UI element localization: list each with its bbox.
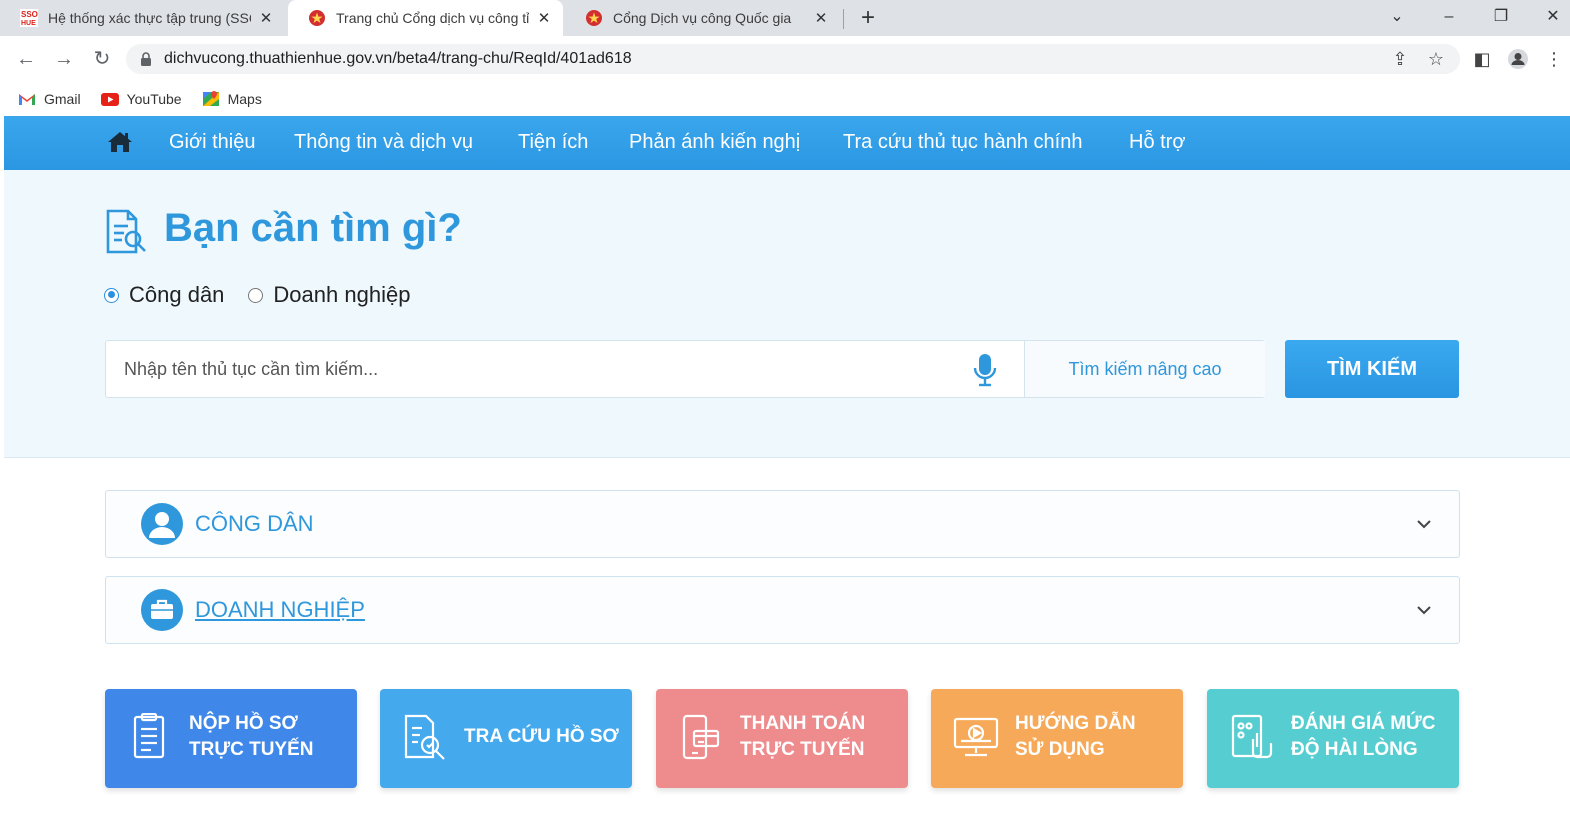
nav-ho-tro[interactable]: Hỗ trợ xyxy=(1129,116,1185,170)
home-icon[interactable] xyxy=(106,130,134,154)
sso-favicon-icon: SSO HUE xyxy=(20,9,38,27)
forward-arrow-icon[interactable]: → xyxy=(50,45,78,73)
document-list-icon xyxy=(125,712,175,763)
share-icon[interactable]: ⇪ xyxy=(1386,45,1414,73)
tab-trang-chu[interactable]: Trang chủ Cổng dịch vụ công tỉnh ✕ xyxy=(288,0,563,36)
nav-thong-tin-dich-vu[interactable]: Thông tin và dịch vụ xyxy=(294,116,473,170)
restore-icon[interactable]: ❐ xyxy=(1486,4,1516,30)
accordion-label: CÔNG DÂN xyxy=(195,511,314,536)
tile-tra-cuu-ho-so[interactable]: TRA CỨU HỒ SƠ xyxy=(380,689,632,788)
url-field[interactable]: dichvucong.thuathienhue.gov.vn/beta4/tra… xyxy=(126,44,1460,74)
radio-label: Công dân xyxy=(129,282,225,307)
accordion-cong-dan[interactable]: CÔNG DÂN xyxy=(105,490,1460,558)
youtube-icon xyxy=(100,92,119,106)
browser-tab-strip: SSO HUE Hệ thống xác thực tập trung (SSO … xyxy=(0,0,1570,36)
side-panel-icon[interactable]: ◧ xyxy=(1468,45,1496,73)
bookmark-label: Maps xyxy=(227,91,262,107)
emblem-favicon-icon xyxy=(585,9,603,27)
page-title: Bạn cần tìm gì? xyxy=(164,206,462,250)
tab-dvc-quoc-gia[interactable]: Cổng Dịch vụ công Quốc gia ✕ xyxy=(565,0,840,36)
tile-text: ĐÁNH GIÁ MỨC ĐỘ HÀI LÒNG xyxy=(1291,711,1436,763)
tab-sso[interactable]: SSO HUE Hệ thống xác thực tập trung (SSO … xyxy=(0,0,285,36)
tile-line1: TRA CỨU HỒ SƠ xyxy=(464,726,619,747)
svg-text:HUE: HUE xyxy=(21,20,36,27)
tile-text: HƯỚNG DẪN SỬ DỤNG xyxy=(1015,711,1136,763)
bookmarks-bar: Gmail YouTube Maps xyxy=(0,82,1570,116)
nav-gioi-thieu[interactable]: Giới thiệu xyxy=(169,116,255,170)
briefcase-icon xyxy=(140,588,184,632)
chevron-down-icon[interactable] xyxy=(1413,513,1435,535)
tile-line1: THANH TOÁN xyxy=(740,713,866,734)
tile-danh-gia[interactable]: ĐÁNH GIÁ MỨC ĐỘ HÀI LÒNG xyxy=(1207,689,1459,788)
video-guide-icon xyxy=(951,713,1001,763)
bookmark-label: Gmail xyxy=(44,91,81,107)
rating-survey-icon xyxy=(1227,713,1277,763)
radio-selected-icon[interactable] xyxy=(104,287,119,303)
tab-title: Hệ thống xác thực tập trung (SSO xyxy=(48,10,251,26)
search-button[interactable]: TÌM KIẾM xyxy=(1285,340,1459,398)
tile-line1: HƯỚNG DẪN xyxy=(1015,713,1136,734)
nav-phan-anh-kien-nghi[interactable]: Phản ánh kiến nghị xyxy=(629,116,800,170)
tile-huong-dan[interactable]: HƯỚNG DẪN SỬ DỤNG xyxy=(931,689,1183,788)
tile-text: THANH TOÁN TRỰC TUYẾN xyxy=(740,711,865,763)
nav-tra-cuu-thu-tuc[interactable]: Tra cứu thủ tục hành chính xyxy=(843,116,1082,170)
menu-kebab-icon[interactable]: ⋮ xyxy=(1544,45,1564,73)
emblem-favicon-icon xyxy=(308,9,326,27)
tab-divider xyxy=(843,9,844,29)
close-tab-icon[interactable]: ✕ xyxy=(257,9,275,27)
tab-title: Cổng Dịch vụ công Quốc gia xyxy=(613,10,792,26)
close-window-icon[interactable]: ✕ xyxy=(1538,4,1568,30)
chevron-down-icon[interactable] xyxy=(1413,599,1435,621)
tile-line2: TRỰC TUYẾN xyxy=(740,739,865,760)
tile-nop-ho-so[interactable]: NỘP HỒ SƠ TRỰC TUYẾN xyxy=(105,689,357,788)
tile-line1: ĐÁNH GIÁ MỨC xyxy=(1291,713,1436,734)
tile-line2: SỬ DỤNG xyxy=(1015,739,1105,760)
svg-text:SSO: SSO xyxy=(21,10,38,19)
gmail-icon xyxy=(18,92,36,106)
radio-cong-dan[interactable]: Công dân xyxy=(104,282,224,308)
document-search-icon xyxy=(104,208,150,261)
lock-icon xyxy=(140,52,152,66)
tile-line2: ĐỘ HÀI LÒNG xyxy=(1291,739,1418,760)
bookmark-youtube[interactable]: YouTube xyxy=(100,91,182,107)
reload-icon[interactable]: ↻ xyxy=(88,45,116,73)
advanced-search-button[interactable]: Tìm kiếm nâng cao xyxy=(1024,341,1265,397)
star-icon[interactable]: ☆ xyxy=(1422,45,1450,73)
radio-unselected-icon[interactable] xyxy=(248,287,264,303)
close-tab-icon[interactable]: ✕ xyxy=(535,9,553,27)
document-search-icon xyxy=(400,713,450,763)
bookmark-label: YouTube xyxy=(126,91,182,107)
minimize-icon[interactable]: – xyxy=(1434,4,1464,30)
accordion-doanh-nghiep[interactable]: DOANH NGHIỆP xyxy=(105,576,1460,644)
radio-label: Doanh nghiệp xyxy=(273,282,411,307)
search-type-radio-group: Công dân Doanh nghiệp xyxy=(104,282,410,308)
tab-search-chevron-icon[interactable]: ⌄ xyxy=(1382,4,1412,30)
tile-thanh-toan[interactable]: THANH TOÁN TRỰC TUYẾN xyxy=(656,689,908,788)
site-main-nav: Giới thiệu Thông tin và dịch vụ Tiện ích… xyxy=(4,116,1570,170)
microphone-icon[interactable] xyxy=(972,353,998,387)
bookmark-maps[interactable]: Maps xyxy=(202,90,262,108)
tile-text: TRA CỨU HỒ SƠ xyxy=(464,724,619,750)
bookmark-gmail[interactable]: Gmail xyxy=(18,91,81,107)
radio-doanh-nghiep[interactable]: Doanh nghiệp xyxy=(248,282,410,308)
profile-avatar-icon[interactable] xyxy=(1504,45,1532,73)
tile-text: NỘP HỒ SƠ TRỰC TUYẾN xyxy=(189,711,313,763)
search-section: Bạn cần tìm gì? Công dân Doanh nghiệp Tì… xyxy=(4,170,1570,458)
nav-tien-ich[interactable]: Tiện ích xyxy=(518,116,588,170)
maps-icon xyxy=(202,90,220,108)
address-bar: ← → ↻ dichvucong.thuathienhue.gov.vn/bet… xyxy=(0,36,1570,82)
back-arrow-icon[interactable]: ← xyxy=(12,45,40,73)
mobile-payment-icon xyxy=(676,713,726,763)
url-text: dichvucong.thuathienhue.gov.vn/beta4/tra… xyxy=(164,50,632,67)
search-box: Tìm kiếm nâng cao xyxy=(105,340,1265,398)
close-tab-icon[interactable]: ✕ xyxy=(812,9,830,27)
tile-line2: TRỰC TUYẾN xyxy=(189,739,314,760)
search-input[interactable] xyxy=(106,341,1024,397)
accordion-label[interactable]: DOANH NGHIỆP xyxy=(195,577,365,643)
new-tab-plus-icon[interactable]: + xyxy=(855,4,881,32)
user-avatar-icon xyxy=(140,502,184,546)
tab-title: Trang chủ Cổng dịch vụ công tỉnh xyxy=(336,10,529,26)
tile-line1: NỘP HỒ SƠ xyxy=(189,713,298,734)
